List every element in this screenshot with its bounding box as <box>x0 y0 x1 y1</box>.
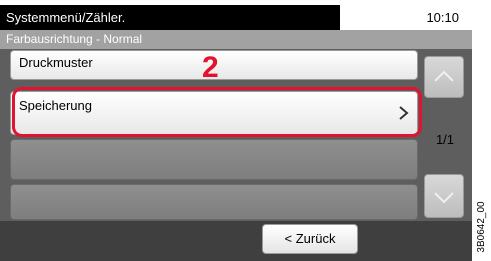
clock: 10:10 <box>426 10 459 25</box>
screen-subtitle: Farbausrichtung - Normal <box>0 30 472 49</box>
list-item-empty <box>10 184 418 220</box>
figure-code: 3B0642_00 <box>474 196 490 258</box>
scroll-down-button[interactable] <box>424 174 464 218</box>
list-item-empty <box>10 139 418 180</box>
figure-code-label: 3B0642_00 <box>476 201 487 253</box>
list-item-label: Druckmuster <box>19 55 93 70</box>
screen-title: Systemmenü/Zähler. <box>0 5 340 30</box>
step-callout: 2 <box>202 51 219 84</box>
back-button[interactable]: < Zurück <box>262 224 358 254</box>
highlight-frame <box>12 87 422 137</box>
top-bar: Systemmenü/Zähler. 10:10 <box>0 0 472 30</box>
chevron-up-icon <box>434 70 454 82</box>
chevron-down-icon <box>434 192 454 204</box>
scroll-up-button[interactable] <box>424 56 464 98</box>
page-indicator: 1/1 <box>435 132 455 147</box>
bottom-bar <box>0 221 472 261</box>
